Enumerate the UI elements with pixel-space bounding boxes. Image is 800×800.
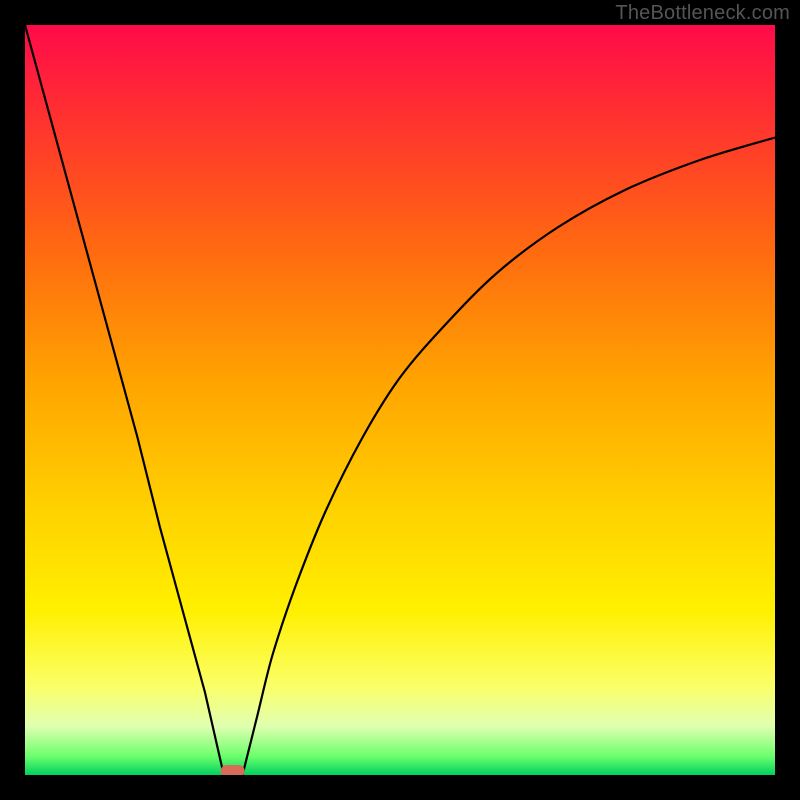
plot-area <box>25 25 775 775</box>
chart-frame: TheBottleneck.com <box>0 0 800 800</box>
gradient-background <box>25 25 775 775</box>
bottom-marker <box>221 765 245 775</box>
attribution-text: TheBottleneck.com <box>615 2 790 25</box>
chart-svg <box>25 25 775 775</box>
